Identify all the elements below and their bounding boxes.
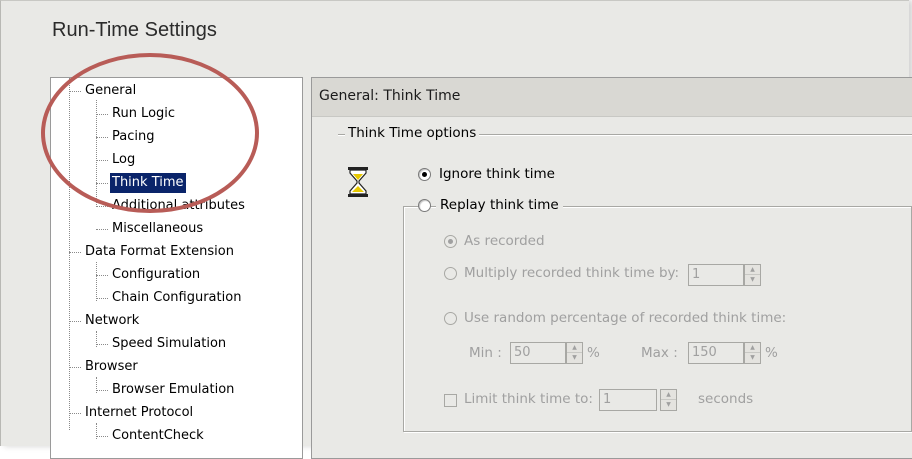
min-input[interactable]: 50 (510, 342, 566, 364)
run-time-settings-window: Run-Time Settings General Run Logic Pacing… (0, 0, 912, 459)
limit-spinner[interactable]: ▲ ▼ (660, 389, 677, 411)
tree-item-run-logic[interactable]: Run Logic (110, 104, 177, 124)
tree-item-additional-attributes[interactable]: Additional attributes (110, 196, 247, 216)
tree-item-pacing[interactable]: Pacing (110, 127, 156, 147)
tree-connector (96, 262, 97, 301)
random-percentage-radio[interactable] (444, 312, 457, 325)
tree-connector (96, 229, 108, 230)
tree-connector (96, 100, 97, 207)
min-label: Min : (469, 345, 502, 361)
tree-connector (69, 91, 81, 92)
ignore-think-time-label: Ignore think time (439, 166, 555, 182)
think-time-panel: General: Think Time Think Time options I… (311, 77, 912, 459)
tree-connector (96, 206, 108, 207)
tree-connector (96, 114, 108, 115)
tree-item-log[interactable]: Log (110, 150, 137, 170)
panel-header-title: General: Think Time (319, 88, 461, 104)
tree-item-think-time[interactable]: Think Time (110, 173, 186, 193)
panel-header: General: Think Time (312, 78, 912, 117)
tree-item-general[interactable]: General (83, 81, 138, 101)
window-title: Run-Time Settings (52, 19, 217, 41)
tree-item-network[interactable]: Network (83, 311, 141, 331)
tree-item-browser[interactable]: Browser (83, 357, 140, 377)
spin-down-icon[interactable]: ▼ (745, 353, 760, 363)
limit-think-time-label: Limit think time to: (464, 391, 593, 407)
tree-connector (96, 344, 108, 345)
hourglass-icon (347, 166, 369, 202)
tree-item-speed-simulation[interactable]: Speed Simulation (110, 334, 228, 354)
tree-connector (96, 275, 108, 276)
as-recorded-label: As recorded (464, 233, 545, 249)
max-label: Max : (641, 345, 678, 361)
tree-connector (69, 252, 81, 253)
tree-connector (69, 413, 81, 414)
tree-connector (69, 321, 81, 322)
limit-input[interactable]: 1 (599, 389, 657, 411)
tree-item-configuration[interactable]: Configuration (110, 265, 202, 285)
min-percent-label: % (587, 345, 600, 361)
ignore-think-time-radio[interactable] (418, 168, 431, 181)
replay-think-time-radio[interactable] (418, 199, 431, 212)
tree-connector (96, 183, 108, 184)
tree-connector (96, 137, 108, 138)
tree-connector (96, 390, 108, 391)
multiply-radio[interactable] (444, 267, 457, 280)
spin-down-icon[interactable]: ▼ (745, 275, 760, 285)
tree-item-internet-protocol[interactable]: Internet Protocol (83, 403, 195, 423)
spin-down-icon[interactable]: ▼ (567, 353, 582, 363)
as-recorded-radio[interactable] (444, 235, 457, 248)
spin-down-icon[interactable]: ▼ (661, 400, 676, 410)
random-percentage-label: Use random percentage of recorded think … (464, 310, 787, 326)
spin-up-icon[interactable]: ▲ (745, 265, 760, 275)
tree-item-chain-configuration[interactable]: Chain Configuration (110, 288, 243, 308)
seconds-label: seconds (698, 391, 754, 407)
tree-connector (96, 436, 108, 437)
limit-think-time-checkbox[interactable] (444, 394, 457, 407)
tree-connector (69, 367, 81, 368)
multiply-spinner[interactable]: ▲ ▼ (744, 264, 761, 286)
replay-think-time-label: Replay think time (436, 197, 563, 213)
min-spinner[interactable]: ▲ ▼ (566, 342, 583, 364)
max-spinner[interactable]: ▲ ▼ (744, 342, 761, 364)
think-time-options-label: Think Time options (345, 125, 480, 141)
tree-connector (96, 160, 108, 161)
tree-connector (96, 298, 108, 299)
tree-item-miscellaneous[interactable]: Miscellaneous (110, 219, 205, 239)
spin-up-icon[interactable]: ▲ (745, 343, 760, 353)
tree-item-data-format-extension[interactable]: Data Format Extension (83, 242, 236, 262)
tree-item-contentcheck[interactable]: ContentCheck (110, 426, 206, 446)
max-percent-label: % (765, 345, 778, 361)
tree-connector (69, 78, 70, 430)
spin-up-icon[interactable]: ▲ (567, 343, 582, 353)
multiply-label: Multiply recorded think time by: (464, 265, 680, 281)
multiply-input[interactable]: 1 (688, 264, 744, 286)
tree-item-browser-emulation[interactable]: Browser Emulation (110, 380, 236, 400)
spin-up-icon[interactable]: ▲ (661, 390, 676, 400)
max-input[interactable]: 150 (688, 342, 744, 364)
settings-tree[interactable]: General Run Logic Pacing Log Think Time Addit… (50, 77, 303, 459)
